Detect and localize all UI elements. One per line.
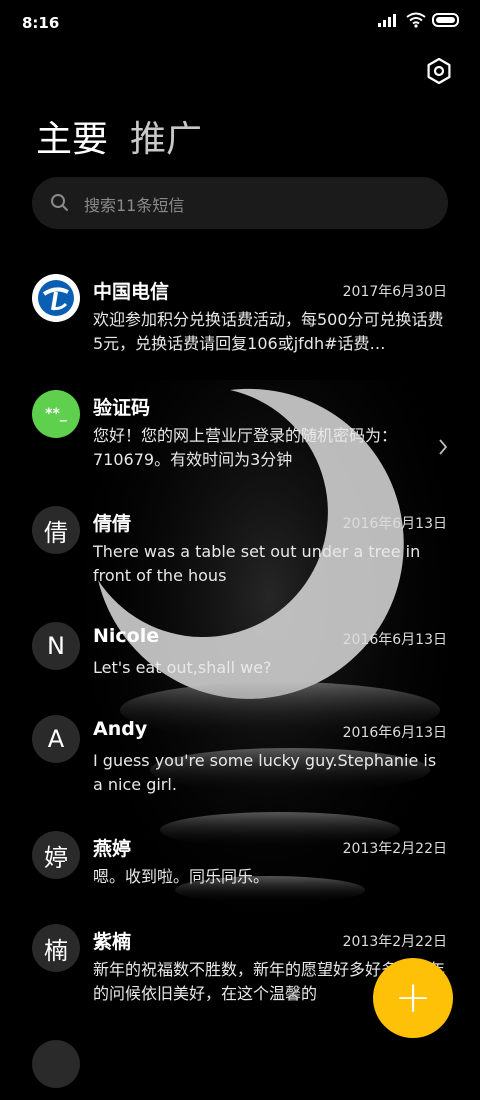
contact-avatar: N [32,622,80,670]
signal-icon [378,14,396,27]
search-placeholder: 搜索11条短信 [84,196,185,215]
plus-icon: + [394,972,432,1023]
tab-promotions[interactable]: 推广 [130,110,202,162]
message-preview: There was a table set out under a tree i… [93,542,421,585]
list-item[interactable]: 中国电信 2017年6月30日 欢迎参加积分兑换话费活动，每500分可兑换话费5… [0,264,480,380]
sender-name: 燕婷 [93,838,132,860]
new-message-button[interactable]: + [373,958,453,1038]
settings-gear-icon[interactable] [426,58,452,84]
battery-icon [432,13,459,27]
list-item[interactable]: N Nicole 2016年6月13日 Let's eat out,shall … [0,612,480,705]
message-preview: Let's eat out,shall we? [93,658,272,677]
sender-name: Nicole [93,625,160,647]
message-date: 2016年6月13日 [342,632,447,648]
message-list: 中国电信 2017年6月30日 欢迎参加积分兑换话费活动，每500分可兑换话费5… [0,264,480,1030]
message-date: 2013年2月22日 [342,841,447,857]
sender-name: 中国电信 [93,281,170,303]
message-date: 2016年6月13日 [342,725,447,741]
message-preview: I guess you're some lucky guy.Stephanie … [93,751,437,794]
message-preview: 欢迎参加积分兑换话费活动，每500分可兑换话费5元，兑换话费请回复106或jfd… [93,310,444,353]
search-bar[interactable]: 搜索11条短信 [32,177,448,229]
contact-avatar: 婷 [32,831,80,879]
tab-primary[interactable]: 主要 [36,110,108,162]
message-date: 2017年6月30日 [342,284,447,300]
sender-name: 倩倩 [93,513,132,535]
list-item[interactable]: **_ 验证码 您好！您的网上营业厅登录的随机密码为：710679。有效时间为3… [0,380,480,496]
system-icons [378,12,460,28]
contact-avatar: A [32,715,80,763]
contact-avatar: 倩 [32,506,80,554]
sender-name: Andy [93,718,148,740]
list-item[interactable]: 婷 燕婷 2013年2月22日 嗯。收到啦。同乐同乐。 [0,821,480,914]
message-preview: 嗯。收到啦。同乐同乐。 [93,867,270,886]
verification-avatar: **_ [32,390,80,438]
message-date: 2013年2月22日 [342,934,447,950]
status-bar: 8:16 [0,0,480,46]
list-item[interactable]: A Andy 2016年6月13日 I guess you're some lu… [0,705,480,821]
telecom-logo-icon [38,280,74,316]
message-date: 2016年6月13日 [342,516,447,532]
chevron-right-icon[interactable] [438,438,448,456]
list-item[interactable]: 倩 倩倩 2016年6月13日 There was a table set ou… [0,496,480,612]
message-preview: 您好！您的网上营业厅登录的随机密码为：710679。有效时间为3分钟 [93,426,398,469]
sender-name: 紫楠 [93,931,132,953]
sender-name: 验证码 [93,397,151,419]
partial-contact-avatar [32,1040,80,1088]
tab-bar: 主要 推广 [36,110,202,162]
search-icon [51,194,68,211]
status-time: 8:16 [22,14,60,32]
china-telecom-logo-avatar [32,274,80,322]
wifi-icon [406,12,426,28]
contact-avatar: 楠 [32,924,80,972]
